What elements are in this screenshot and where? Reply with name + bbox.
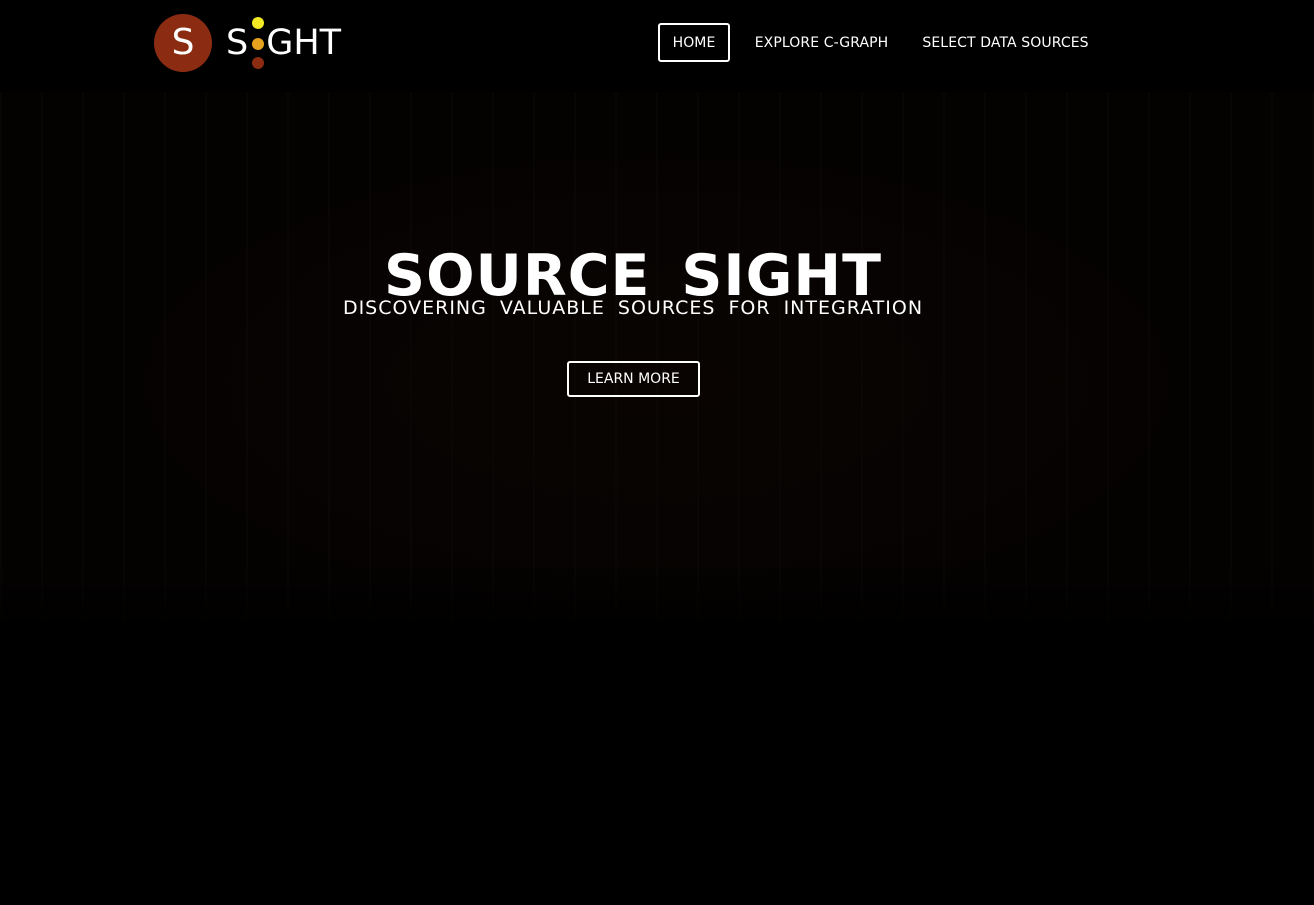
- hero-background-fade: [0, 560, 1314, 640]
- site-header: S S GHT HOME EXPLORE C-GRAPH SELECT DATA…: [0, 0, 1314, 86]
- logo-word-end: GHT: [266, 23, 342, 63]
- logo-badge: S: [154, 14, 212, 72]
- nav-explore-c-graph-link[interactable]: EXPLORE C-GRAPH: [755, 23, 889, 62]
- main-navigation: HOME EXPLORE C-GRAPH SELECT DATA SOURCES: [658, 23, 1089, 62]
- hero-subtitle: DISCOVERING VALUABLE SOURCES FOR INTEGRA…: [342, 297, 924, 319]
- logo-dot-brown-icon: [252, 57, 264, 69]
- logo-dot-yellow-icon: [252, 17, 264, 29]
- logo-dot-orange-icon: [252, 38, 264, 50]
- brand-logo-link[interactable]: S S GHT: [154, 13, 364, 73]
- landing-page: S S GHT HOME EXPLORE C-GRAPH SELECT DATA…: [0, 0, 1314, 905]
- logo-dots-icon: [251, 16, 265, 72]
- hero-background-image: [0, 92, 1314, 622]
- learn-more-button[interactable]: LEARN MORE: [567, 361, 700, 397]
- logo-badge-letter: S: [171, 22, 195, 63]
- nav-select-data-sources-link[interactable]: SELECT DATA SOURCES: [922, 23, 1088, 62]
- logo-word-start: S: [226, 23, 249, 63]
- logo-wordmark: S GHT: [226, 23, 341, 63]
- nav-home-link[interactable]: HOME: [658, 23, 730, 62]
